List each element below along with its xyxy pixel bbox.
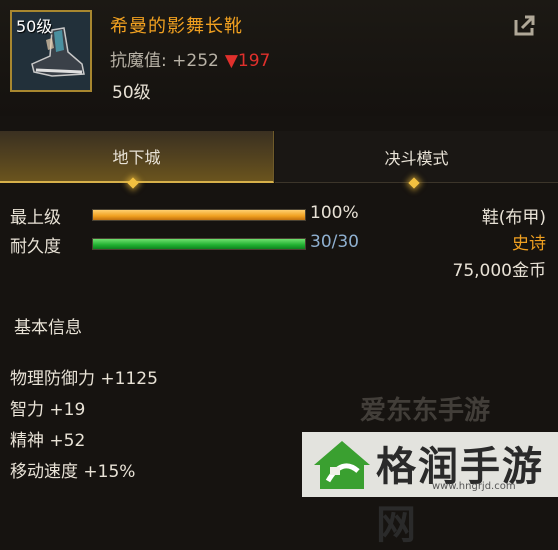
stat-label: 抗魔值: +252 (110, 51, 219, 71)
watermark-title: 格润手游网 (376, 444, 544, 548)
attribute-line: 精神 +52 (10, 431, 86, 451)
item-type: 鞋(布甲) (481, 208, 546, 228)
faint-watermark: 爱东东手游 (360, 396, 491, 426)
durability-bar-row: 耐久度 30/30 (10, 232, 370, 257)
bar-fill (93, 210, 305, 220)
tab-label: 决斗模式 (384, 148, 449, 168)
share-icon[interactable] (512, 12, 538, 38)
stat-diff: ▼197 (224, 51, 271, 71)
bar-value: 30/30 (310, 232, 359, 252)
bar-value: 100% (310, 203, 359, 223)
watermark-banner: 格润手游网 www.hngrjd.com (302, 432, 558, 548)
attribute-line: 智力 +19 (10, 400, 86, 420)
attribute-line: 物理防御力 +1125 (10, 369, 158, 389)
item-price: 75,000金币 (452, 261, 546, 281)
house-logo-icon (314, 441, 370, 489)
section-title: 基本信息 (14, 318, 82, 338)
tab-dungeon[interactable]: 地下城 (0, 131, 274, 183)
bar-fill (93, 239, 305, 249)
bar-label: 最上级 (10, 208, 61, 228)
attribute-line: 移动速度 +15% (10, 462, 136, 482)
tab-duel[interactable]: 决斗模式 (275, 131, 558, 183)
watermark-url: www.hngrjd.com (432, 481, 516, 492)
bar-label: 耐久度 (10, 237, 61, 257)
required-level: 50级 (112, 83, 151, 103)
item-header: 50级 希曼的影舞长靴 抗魔值: +252 ▼197 50级 (0, 0, 558, 116)
durability-bar (92, 238, 306, 250)
item-level-badge: 50级 (16, 17, 53, 36)
magic-defense-stat: 抗魔值: +252 ▼197 (110, 46, 270, 71)
item-name: 希曼的影舞长靴 (110, 16, 243, 37)
tab-label: 地下城 (112, 148, 161, 167)
grade-bar-row: 最上级 100% (10, 203, 370, 228)
item-rarity: 史诗 (512, 234, 546, 254)
mode-tabs: 地下城 决斗模式 (0, 131, 558, 183)
item-icon[interactable]: 50级 (10, 10, 92, 92)
grade-bar (92, 209, 306, 221)
